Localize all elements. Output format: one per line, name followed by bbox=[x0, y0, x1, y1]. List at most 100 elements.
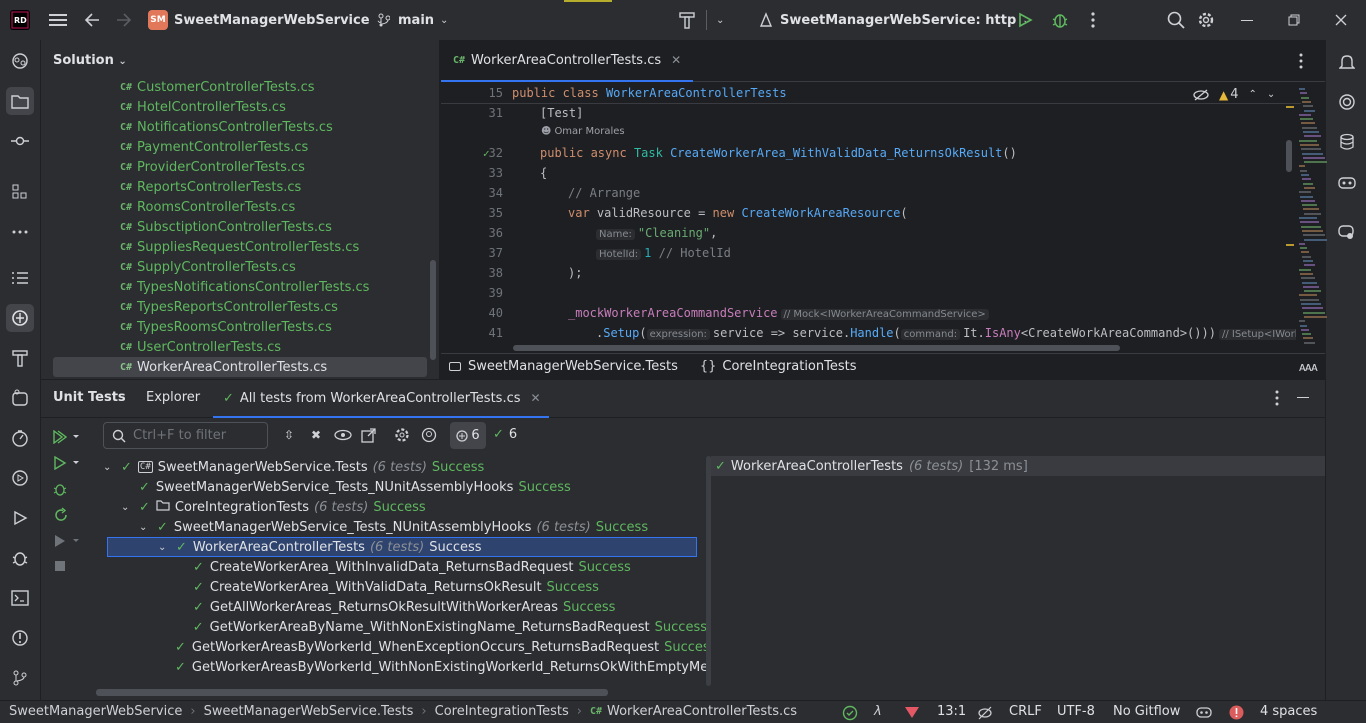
minimize-icon[interactable] bbox=[1241, 0, 1253, 40]
problems-icon[interactable] bbox=[6, 624, 34, 652]
status-crumb[interactable]: SweetManagerWebService bbox=[9, 704, 182, 719]
test-case-row[interactable]: ✓ GetWorkerAreasByWorkerId_WhenExceptionO… bbox=[103, 637, 707, 657]
total-tests-filter[interactable]: 6 bbox=[450, 422, 486, 449]
more-tools-icon[interactable] bbox=[6, 218, 34, 246]
error-indicator-icon[interactable] bbox=[1229, 705, 1244, 723]
run-icon[interactable] bbox=[1017, 0, 1033, 40]
vcs-branch-widget[interactable]: main ⌄ bbox=[378, 0, 448, 40]
inspection-widget[interactable]: ▲ 4 ⌃ ⌄ bbox=[1193, 87, 1275, 102]
inspection-ok-icon[interactable] bbox=[842, 705, 858, 723]
structure-icon[interactable] bbox=[6, 178, 34, 206]
code-line-34[interactable]: 34 // Arrange bbox=[441, 183, 1301, 203]
passed-tests-filter[interactable]: ✓ 6 bbox=[493, 427, 517, 442]
notifications-bell-icon[interactable] bbox=[1333, 48, 1361, 76]
test-group-row[interactable]: ⌄ ✓ SweetManagerWebService_Tests_NUnitAsse… bbox=[103, 517, 707, 537]
test-case-row[interactable]: ✓ GetWorkerAreaByName_WithNonExistingName… bbox=[103, 617, 707, 637]
main-menu-icon[interactable] bbox=[49, 0, 67, 40]
panel-options-icon[interactable] bbox=[1275, 390, 1279, 410]
chevron-down-icon[interactable]: ⌄ bbox=[158, 542, 176, 553]
code-line-36[interactable]: 36 Name: "Cleaning", bbox=[441, 223, 1301, 243]
close-window-icon[interactable] bbox=[1335, 0, 1347, 40]
code-line-15[interactable]: 15 public class WorkerAreaControllerTest… bbox=[441, 83, 1301, 103]
dotcover-icon[interactable] bbox=[904, 706, 920, 723]
typewriter-mode-icon[interactable]: ᴀᴀᴀ bbox=[1299, 360, 1318, 374]
previous-highlight-icon[interactable]: ⌃ bbox=[1249, 89, 1257, 100]
tree-vertical-scrollbar[interactable] bbox=[706, 456, 711, 686]
forward-arrow-icon[interactable] bbox=[116, 0, 132, 40]
test-detail-header[interactable]: ✓ WorkerAreaControllerTests (6 tests) [1… bbox=[711, 456, 1325, 476]
hide-panel-icon[interactable] bbox=[1297, 397, 1309, 398]
restore-icon[interactable] bbox=[1288, 0, 1300, 40]
test-filter-input[interactable]: Ctrl+F to filter bbox=[103, 422, 268, 449]
test-case-row[interactable]: ✓ CreateWorkerArea_WithValidData_ReturnsO… bbox=[103, 577, 707, 597]
rerun-tests-icon[interactable] bbox=[53, 507, 69, 527]
solution-file-item[interactable]: C# ProviderControllerTests.cs bbox=[53, 157, 427, 177]
build-hammer-icon[interactable] bbox=[6, 344, 34, 372]
test-settings-gear-icon[interactable] bbox=[394, 427, 410, 447]
profiler-icon[interactable] bbox=[6, 424, 34, 452]
collapse-all-icon[interactable]: ✖ bbox=[311, 428, 321, 442]
solution-file-item[interactable]: C# UserControllerTests.cs bbox=[53, 337, 427, 357]
back-arrow-icon[interactable] bbox=[84, 0, 100, 40]
status-crumb[interactable]: CoreIntegrationTests bbox=[435, 704, 569, 719]
copilot-icon[interactable] bbox=[1333, 168, 1361, 196]
cover-tests-icon[interactable] bbox=[53, 534, 79, 552]
solution-file-item[interactable]: C# SubsctiptionControllerTests.cs bbox=[53, 217, 427, 237]
breadcrumb-class[interactable]: CoreIntegrationTests bbox=[722, 359, 856, 374]
editor-tab-workerarea[interactable]: C# WorkerAreaControllerTests.cs ✕ bbox=[441, 40, 693, 82]
search-icon[interactable] bbox=[1167, 0, 1185, 40]
settings-gear-icon[interactable] bbox=[1197, 0, 1215, 40]
build-options-chevron-icon[interactable]: ⌄ bbox=[716, 0, 724, 40]
code-line-35[interactable]: 35 var validResource = new CreateWorkAre… bbox=[441, 203, 1301, 223]
chevron-down-icon[interactable]: ⌄ bbox=[139, 522, 157, 533]
copilot-status-icon[interactable] bbox=[1196, 705, 1212, 723]
run-tool-icon[interactable] bbox=[6, 504, 34, 532]
lambda-icon[interactable]: λ bbox=[874, 704, 882, 719]
solution-file-item[interactable]: C# TypesReportsControllerTests.cs bbox=[53, 297, 427, 317]
solution-file-item[interactable]: C# PaymentControllerTests.cs bbox=[53, 137, 427, 157]
code-author-hint[interactable]: ☻ Omar Morales bbox=[541, 126, 625, 137]
solution-file-item[interactable]: C# NotificationsControllerTests.cs bbox=[53, 117, 427, 137]
line-separator[interactable]: CRLF bbox=[1009, 704, 1042, 719]
status-crumb[interactable]: SweetManagerWebService.Tests bbox=[204, 704, 414, 719]
todo-list-icon[interactable] bbox=[6, 264, 34, 292]
close-tab-icon[interactable]: ✕ bbox=[531, 391, 541, 405]
expand-all-icon[interactable]: ⇳ bbox=[284, 428, 294, 442]
code-line-41[interactable]: 41 .Setup(expression: service => service.… bbox=[441, 323, 1296, 343]
services-icon[interactable] bbox=[6, 464, 34, 492]
close-tab-icon[interactable]: ✕ bbox=[671, 53, 681, 67]
readonly-toggle-icon[interactable] bbox=[977, 706, 993, 723]
solution-file-item[interactable]: C# CustomerControllerTests.cs bbox=[53, 77, 427, 97]
solution-title[interactable]: Solution ⌄ bbox=[53, 53, 127, 68]
tree-horizontal-scrollbar[interactable] bbox=[96, 689, 608, 696]
nuget-icon[interactable] bbox=[6, 384, 34, 412]
project-widget[interactable]: SM SweetManagerWebService ⌄ bbox=[148, 0, 384, 40]
solution-file-item[interactable]: C# SuppliesRequestControllerTests.cs bbox=[53, 237, 427, 257]
debug-tests-icon[interactable] bbox=[53, 482, 67, 500]
code-line-31[interactable]: 31 [Test] bbox=[441, 103, 1301, 123]
solution-folder-icon[interactable] bbox=[6, 87, 34, 115]
code-line-38[interactable]: 38 ); bbox=[441, 263, 1301, 283]
copilot-chat-icon[interactable] bbox=[1333, 218, 1361, 246]
gitflow-status[interactable]: No Gitflow bbox=[1113, 704, 1180, 719]
build-hammer-icon[interactable] bbox=[678, 0, 696, 40]
editor-options-icon[interactable] bbox=[1299, 53, 1303, 73]
ai-assistant-icon[interactable] bbox=[1333, 88, 1361, 116]
run-selected-tests-icon[interactable] bbox=[53, 455, 79, 474]
git-icon[interactable] bbox=[6, 664, 34, 692]
terminal-icon[interactable] bbox=[6, 584, 34, 612]
breadcrumb-project[interactable]: SweetManagerWebService.Tests bbox=[468, 359, 678, 374]
debug-tool-icon[interactable] bbox=[6, 544, 34, 572]
solution-file-item[interactable]: C# SupplyControllerTests.cs bbox=[53, 257, 427, 277]
solution-file-item[interactable]: C# ReportsControllerTests.cs bbox=[53, 177, 427, 197]
code-line-32[interactable]: 32 ✓ public async Task CreateWorkerArea_… bbox=[441, 143, 1301, 163]
group-by-icon[interactable] bbox=[420, 427, 438, 447]
solution-file-item[interactable]: C# RoomsControllerTests.cs bbox=[53, 197, 427, 217]
plugins-icon[interactable] bbox=[6, 47, 34, 75]
show-ignored-icon[interactable] bbox=[334, 429, 352, 445]
run-all-tests-icon[interactable] bbox=[53, 429, 79, 448]
solution-file-item[interactable]: C# TypesRoomsControllerTests.cs bbox=[53, 317, 427, 337]
rider-logo-icon[interactable]: RD bbox=[10, 0, 30, 40]
unit-tests-icon[interactable] bbox=[6, 304, 34, 332]
tab-unit-tests[interactable]: Unit Tests bbox=[53, 390, 126, 405]
